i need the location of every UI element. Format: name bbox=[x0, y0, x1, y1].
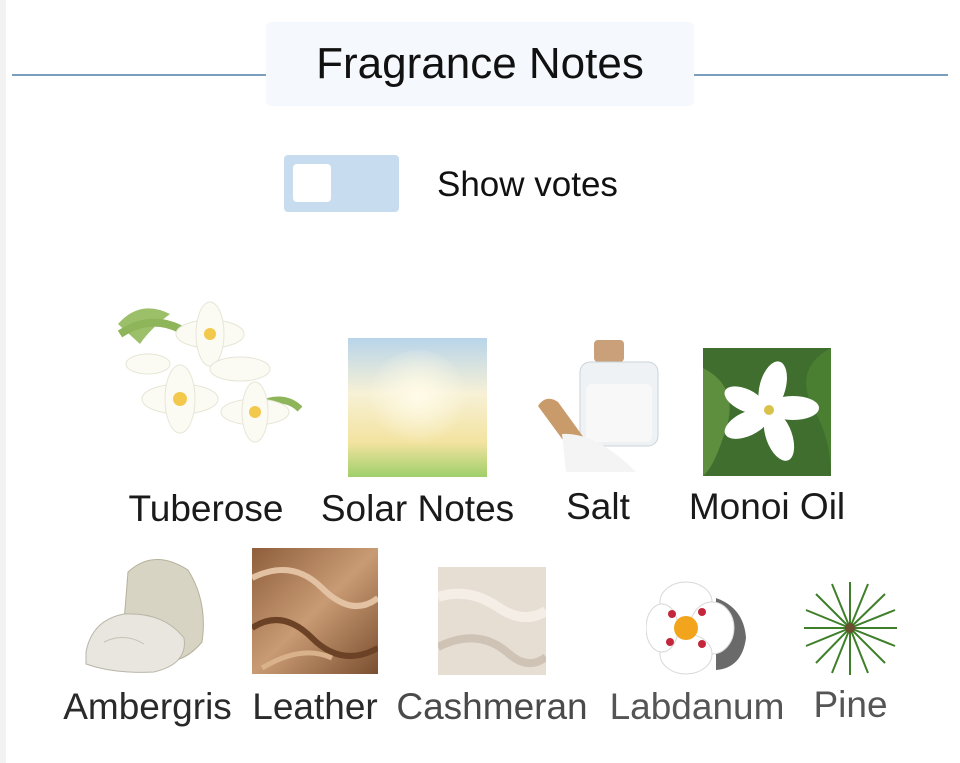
page-title: Fragrance Notes bbox=[316, 39, 644, 88]
note-label-pine: Pine bbox=[813, 684, 888, 725]
note-ambergris[interactable]: Ambergris bbox=[63, 552, 232, 725]
monoi-oil-icon bbox=[703, 348, 831, 476]
solar-notes-icon bbox=[348, 338, 487, 477]
pine-icon bbox=[802, 580, 899, 677]
tuberose-icon bbox=[110, 294, 302, 446]
leather-icon bbox=[252, 548, 378, 674]
note-monoi-oil[interactable]: Monoi Oil bbox=[689, 348, 845, 525]
toggle-knob bbox=[293, 164, 331, 202]
note-label-tuberose: Tuberose bbox=[128, 488, 284, 529]
note-solar-notes[interactable]: Solar Notes bbox=[321, 338, 514, 527]
note-label-cashmeran: Cashmeran bbox=[396, 686, 588, 727]
note-cashmeran[interactable]: Cashmeran bbox=[396, 567, 588, 725]
ambergris-icon bbox=[84, 552, 211, 674]
note-salt[interactable]: Salt bbox=[536, 336, 660, 527]
show-votes-label: Show votes bbox=[437, 165, 618, 204]
note-tuberose[interactable]: Tuberose bbox=[110, 294, 302, 529]
title-divider-right bbox=[694, 74, 948, 76]
note-label-ambergris: Ambergris bbox=[63, 686, 232, 727]
note-label-labdanum: Labdanum bbox=[609, 686, 785, 727]
note-leather[interactable]: Leather bbox=[252, 548, 378, 727]
cashmeran-icon bbox=[438, 567, 546, 675]
section-header: Fragrance Notes bbox=[266, 22, 694, 106]
salt-icon bbox=[536, 336, 660, 476]
note-label-monoi-oil: Monoi Oil bbox=[688, 486, 846, 527]
note-pine[interactable]: Pine bbox=[802, 580, 899, 724]
show-votes-toggle[interactable] bbox=[284, 155, 399, 212]
note-label-salt: Salt bbox=[566, 486, 630, 527]
page-edge bbox=[0, 0, 6, 763]
note-label-leather: Leather bbox=[252, 686, 378, 727]
title-divider-left bbox=[12, 74, 266, 76]
note-labdanum[interactable]: Labdanum bbox=[610, 578, 784, 725]
labdanum-icon bbox=[646, 578, 748, 675]
note-label-solar-notes: Solar Notes bbox=[320, 488, 515, 529]
